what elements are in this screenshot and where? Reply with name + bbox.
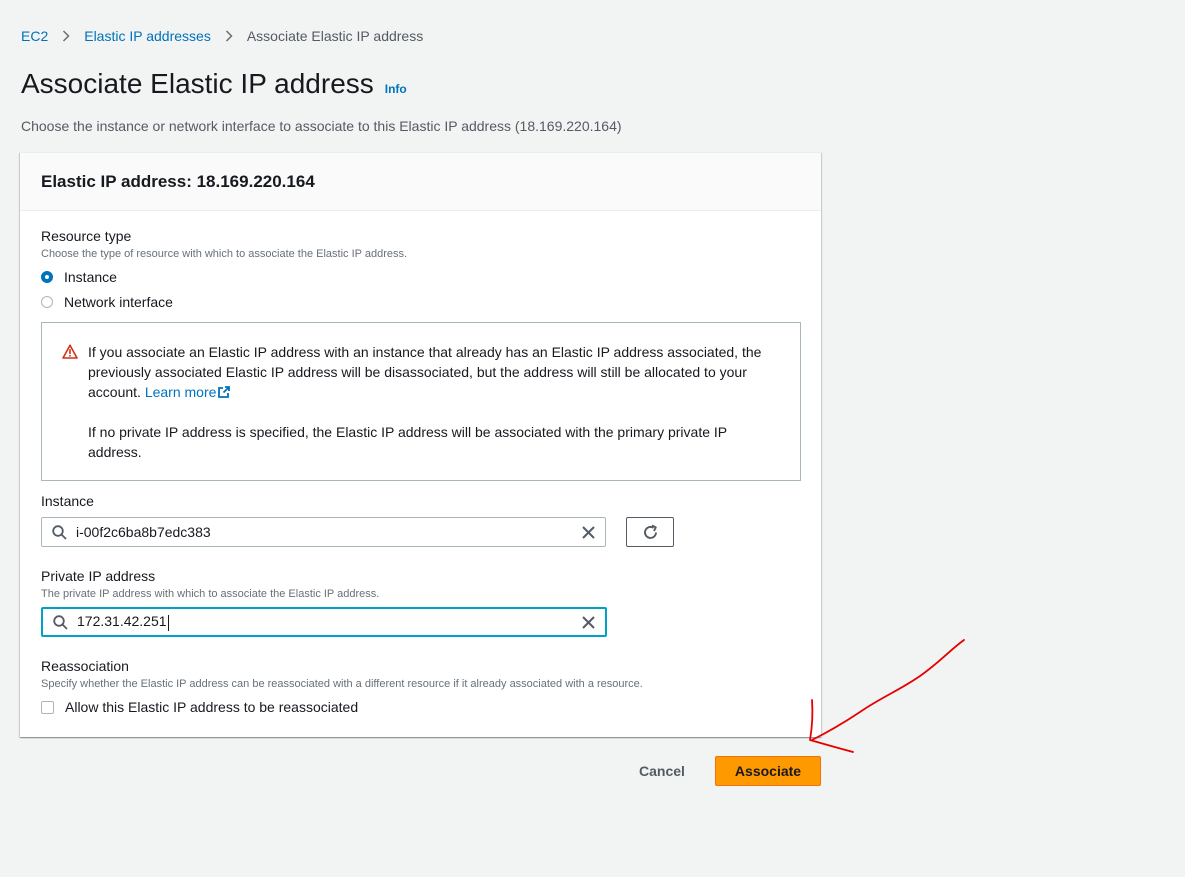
reassociation-checkbox-label: Allow this Elastic IP address to be reas… (65, 699, 359, 715)
breadcrumb-current: Associate Elastic IP address (246, 28, 424, 44)
page-title: Associate Elastic IP address (21, 68, 374, 99)
radio-button-unchecked[interactable] (41, 296, 53, 308)
private-ip-description: The private IP address with which to ass… (41, 588, 380, 600)
text-cursor (167, 614, 169, 631)
info-link[interactable]: Info (385, 82, 407, 96)
radio-network-interface-label: Network interface (64, 294, 173, 310)
search-icon (52, 524, 67, 540)
instance-value: i-00f2c6ba8b7edc383 (76, 524, 211, 540)
resource-type-label: Resource type (41, 228, 132, 244)
alert-text-primary: If you associate an Elastic IP address w… (88, 342, 778, 404)
reassociation-description: Specify whether the Elastic IP address c… (41, 678, 643, 690)
warning-alert: If you associate an Elastic IP address w… (41, 322, 801, 481)
search-icon (53, 614, 68, 630)
private-ip-value-wrapper: 172.31.42.251 (77, 613, 582, 631)
breadcrumb: EC2 Elastic IP addresses Associate Elast… (21, 28, 423, 44)
panel-header: Elastic IP address: 18.169.220.164 (20, 153, 821, 211)
title-row: Associate Elastic IP address Info (21, 68, 407, 100)
private-ip-value: 172.31.42.251 (77, 613, 167, 630)
learn-more-label: Learn more (144, 384, 217, 400)
cancel-button[interactable]: Cancel (620, 756, 704, 786)
reassociation-checkbox-row[interactable]: Allow this Elastic IP address to be reas… (41, 699, 358, 715)
clear-icon[interactable] (582, 615, 595, 629)
reassociation-label: Reassociation (41, 658, 129, 674)
instance-search-input[interactable]: i-00f2c6ba8b7edc383 (41, 517, 606, 547)
instance-label: Instance (41, 493, 94, 509)
refresh-button[interactable] (626, 517, 674, 547)
learn-more-link[interactable]: Learn more (145, 384, 232, 400)
association-panel: Elastic IP address: 18.169.220.164 Resou… (20, 152, 821, 737)
radio-button-checked[interactable] (41, 271, 53, 283)
page-subtitle: Choose the instance or network interface… (21, 118, 622, 134)
external-link-icon (217, 384, 231, 404)
annotation-arrow-icon (809, 639, 965, 753)
warning-icon (62, 344, 78, 364)
radio-instance-label: Instance (64, 269, 117, 285)
chevron-right-icon (225, 30, 233, 42)
radio-network-interface[interactable]: Network interface (41, 294, 173, 310)
reassociation-checkbox[interactable] (41, 700, 54, 714)
associate-button[interactable]: Associate (715, 756, 821, 786)
alert-text-secondary: If no private IP address is specified, t… (88, 424, 727, 460)
resource-type-description: Choose the type of resource with which t… (41, 248, 408, 260)
refresh-icon (642, 524, 659, 541)
private-ip-input[interactable]: 172.31.42.251 (41, 607, 607, 637)
clear-icon[interactable] (582, 525, 595, 539)
chevron-right-icon (62, 30, 70, 42)
breadcrumb-elastic-ips-link[interactable]: Elastic IP addresses (84, 28, 211, 44)
private-ip-label: Private IP address (41, 568, 156, 584)
panel-title: Elastic IP address: 18.169.220.164 (41, 171, 315, 191)
radio-instance[interactable]: Instance (41, 269, 117, 285)
breadcrumb-ec2-link[interactable]: EC2 (21, 28, 48, 44)
